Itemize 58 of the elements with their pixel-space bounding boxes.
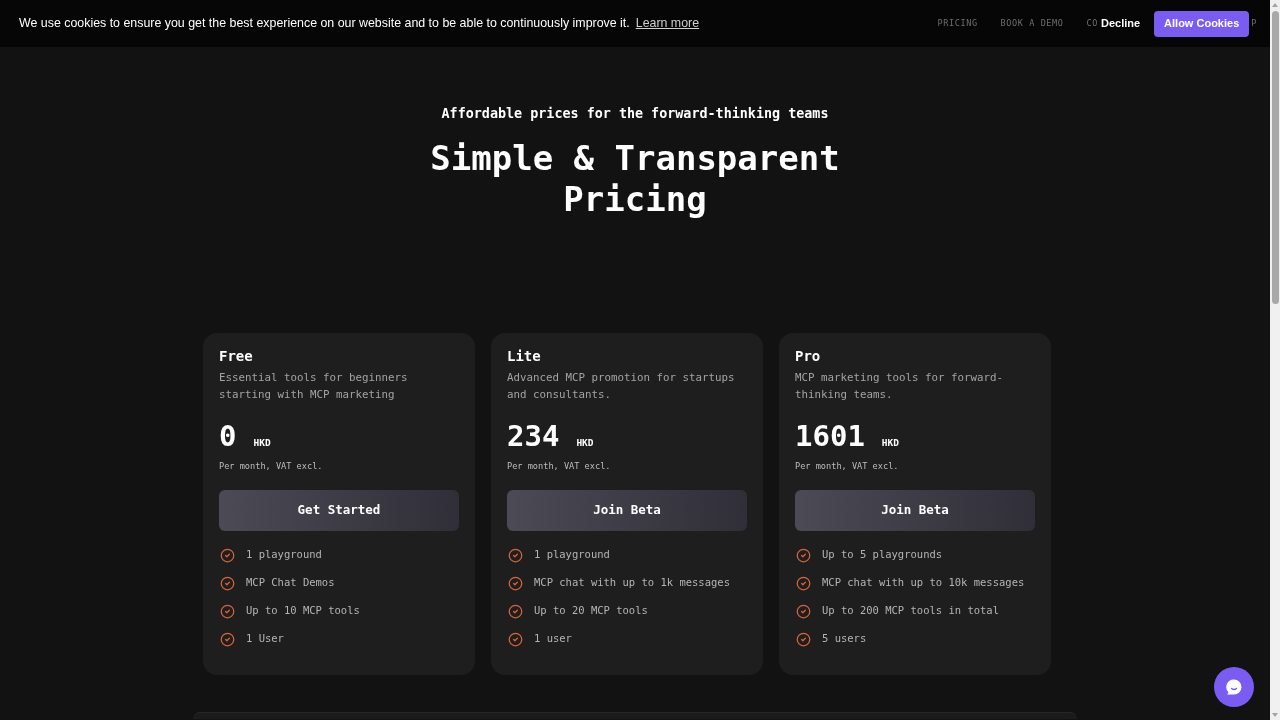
feature-text: MCP chat with up to 1k messages bbox=[534, 575, 730, 591]
feature-text: MCP chat with up to 10k messages bbox=[822, 575, 1025, 591]
plan-description: Essential tools for beginners starting with MCP marketing bbox=[219, 370, 409, 403]
billing-note: Per month, VAT excl. bbox=[219, 460, 324, 472]
feature-text: MCP Chat Demos bbox=[246, 575, 335, 591]
plan-button[interactable]: Get Started bbox=[219, 490, 459, 531]
feature-text: 5 users bbox=[822, 631, 867, 647]
check-circle-icon bbox=[796, 575, 811, 591]
price-amount: 234 bbox=[507, 419, 560, 453]
scrollbar-thumb[interactable] bbox=[1271, 11, 1279, 304]
feature-text: Up to 20 MCP tools bbox=[534, 603, 648, 619]
check-circle-icon bbox=[220, 603, 235, 619]
price-amount: 1601 bbox=[795, 419, 865, 453]
nav-link[interactable]: PRICING bbox=[937, 17, 978, 30]
plan-description: Advanced MCP promotion for startups and consultants. bbox=[507, 370, 736, 403]
check-circle-icon bbox=[508, 575, 523, 591]
billing-note: Per month, VAT excl. bbox=[507, 460, 612, 472]
decline-button[interactable]: Decline bbox=[1100, 15, 1141, 32]
learn-more-link[interactable]: Learn more bbox=[635, 14, 700, 33]
scroll-up-arrow-icon[interactable] bbox=[1272, 3, 1278, 7]
plan-name: Pro bbox=[795, 347, 822, 366]
check-circle-icon bbox=[796, 547, 811, 563]
nav-link[interactable]: P bbox=[1251, 17, 1257, 30]
price-amount: 0 bbox=[219, 419, 237, 453]
check-circle-icon bbox=[508, 603, 523, 619]
page-title: Simple & Transparent Pricing bbox=[429, 138, 841, 220]
billing-note: Per month, VAT excl. bbox=[795, 460, 900, 472]
check-circle-icon bbox=[220, 575, 235, 591]
check-circle-icon bbox=[796, 631, 811, 647]
feature-text: Up to 5 playgrounds bbox=[822, 547, 943, 563]
feature-text: 1 user bbox=[534, 631, 572, 647]
check-circle-icon bbox=[220, 631, 235, 647]
feature-text: 1 playground bbox=[246, 547, 322, 563]
currency-label: HKD bbox=[253, 436, 271, 450]
check-circle-icon bbox=[508, 631, 523, 647]
check-circle-icon bbox=[796, 603, 811, 619]
feature-text: Up to 10 MCP tools bbox=[246, 603, 360, 619]
plan-button[interactable]: Join Beta bbox=[507, 490, 747, 531]
plan-name: Lite bbox=[507, 347, 542, 366]
feature-text: 1 playground bbox=[534, 547, 610, 563]
tagline-text: Affordable prices for the forward-thinking teams bbox=[441, 105, 829, 123]
nav-link[interactable]: BOOK A DEMO bbox=[1000, 17, 1064, 30]
check-circle-icon bbox=[508, 547, 523, 563]
plan-name: Free bbox=[219, 347, 254, 366]
chat-button[interactable] bbox=[1214, 667, 1254, 707]
nav-link[interactable]: CO bbox=[1086, 17, 1098, 30]
check-circle-icon bbox=[220, 547, 235, 563]
chat-bubble-icon bbox=[1225, 678, 1243, 696]
allow-cookies-button[interactable]: Allow Cookies bbox=[1154, 10, 1250, 37]
scroll-down-arrow-icon[interactable] bbox=[1272, 713, 1278, 717]
currency-label: HKD bbox=[576, 436, 594, 450]
cookie-message: We use cookies to ensure you get the best experience on our website and to be able to continuously improve it. bbox=[19, 15, 630, 33]
feature-text: 1 User bbox=[246, 631, 284, 647]
feature-text: Up to 200 MCP tools in total bbox=[822, 603, 999, 619]
currency-label: HKD bbox=[881, 436, 899, 450]
plan-button[interactable]: Join Beta bbox=[795, 490, 1035, 531]
plan-description: MCP marketing tools for forward-thinking teams. bbox=[795, 370, 1004, 403]
scrollbar-track[interactable] bbox=[1270, 0, 1280, 720]
